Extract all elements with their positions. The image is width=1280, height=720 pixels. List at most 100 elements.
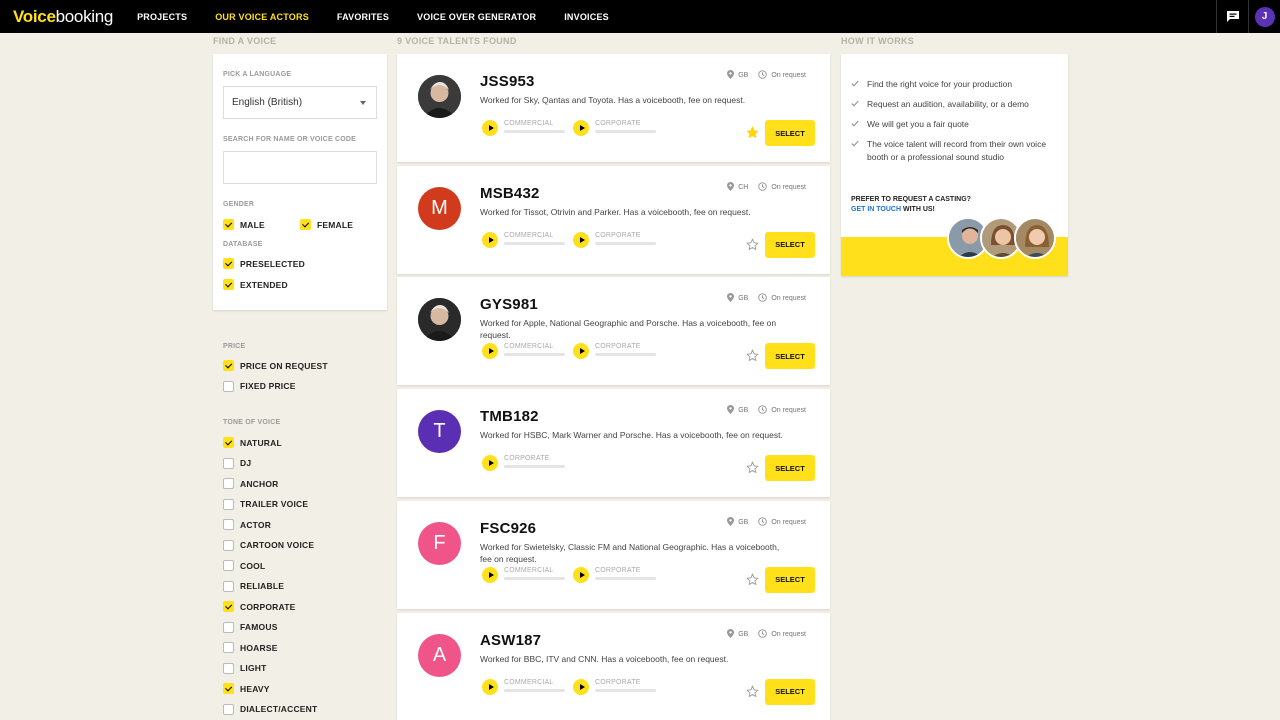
talent-card[interactable]: A ASW187 Worked for BBC, ITV and CNN. Has … (397, 612, 830, 720)
chat-icon (1226, 11, 1239, 22)
talent-avatar[interactable]: M (418, 186, 461, 230)
language-select[interactable]: English (British) (223, 86, 377, 119)
find-voice-title: FIND A VOICE (213, 36, 277, 46)
audio-progress-bar[interactable] (595, 130, 656, 133)
gender-checkbox-female[interactable]: FEMALE (300, 219, 353, 230)
tone-checkbox-heavy[interactable]: HEAVY (223, 683, 270, 694)
talent-code[interactable]: FSC926 (480, 520, 536, 537)
select-button[interactable]: SELECT (765, 120, 815, 146)
play-icon[interactable] (482, 231, 498, 248)
location-pin-icon (727, 293, 735, 304)
tone-checkbox-trailer-voice[interactable]: TRAILER VOICE (223, 498, 308, 510)
tone-checkbox-anchor[interactable]: ANCHOR (223, 478, 279, 489)
tone-checkbox-dj[interactable]: DJ (223, 457, 251, 469)
nav-item-invoices[interactable]: INVOICES (564, 12, 609, 22)
favorite-star-icon[interactable] (746, 126, 759, 144)
talent-avatar[interactable] (418, 298, 461, 342)
talent-meta: GB On request (727, 405, 806, 416)
tone-checkbox-actor[interactable]: ACTOR (223, 519, 271, 530)
audio-sample: COMMERCIAL (482, 678, 565, 695)
play-icon[interactable] (482, 455, 498, 472)
tone-checkbox-reliable[interactable]: RELIABLE (223, 580, 284, 592)
play-icon[interactable] (573, 678, 589, 695)
tone-checkbox-cool[interactable]: COOL (223, 560, 265, 571)
gender-checkbox-male[interactable]: MALE (223, 219, 265, 230)
audio-progress-bar[interactable] (504, 465, 565, 469)
main-nav: PROJECTS OUR VOICE ACTORS FAVORITES VOICE O… (137, 12, 637, 22)
price-checkbox-fixed-price[interactable]: FIXED PRICE (223, 380, 296, 392)
favorite-star-icon[interactable] (746, 238, 759, 256)
audio-sample: CORPORATE (573, 343, 656, 360)
play-icon[interactable] (573, 566, 589, 583)
audio-progress-bar[interactable] (504, 130, 565, 133)
talent-avatar[interactable]: T (418, 410, 461, 454)
favorite-star-icon[interactable] (746, 685, 759, 703)
play-icon[interactable] (573, 343, 589, 360)
talent-avatar[interactable]: F (418, 521, 461, 565)
talent-code[interactable]: MSB432 (480, 185, 540, 202)
audio-progress-bar[interactable] (595, 353, 656, 357)
play-icon[interactable] (482, 566, 498, 583)
tone-checkbox-natural[interactable]: NATURAL (223, 437, 282, 448)
nav-item-voice-over-generator[interactable]: VOICE OVER GENERATOR (417, 12, 536, 22)
talent-card[interactable]: GYS981 Worked for Apple, National Geograp… (397, 277, 830, 386)
play-icon[interactable] (573, 231, 589, 248)
location-pin-icon (727, 70, 735, 81)
play-icon[interactable] (482, 120, 498, 136)
select-button[interactable]: SELECT (765, 231, 815, 258)
talent-code[interactable]: GYS981 (480, 296, 538, 313)
voicebooking-logo[interactable]: Voicebooking (13, 7, 113, 27)
tone-checkbox-famous[interactable]: FAMOUS (223, 621, 278, 633)
checkbox-label: FAMOUS (240, 622, 278, 632)
database-checkbox-preselected[interactable]: PRESELECTED (223, 258, 305, 269)
audio-progress-bar[interactable] (595, 241, 656, 245)
audio-sample: CORPORATE (573, 678, 656, 695)
select-button[interactable]: SELECT (765, 678, 815, 705)
tone-checkbox-dialect-accent[interactable]: DIALECT/ACCENT (223, 703, 317, 715)
play-icon[interactable] (573, 120, 589, 136)
nav-item-favorites[interactable]: FAVORITES (337, 12, 389, 22)
gender-label: GENDER (223, 201, 255, 208)
talent-code[interactable]: TMB182 (480, 408, 539, 425)
favorite-star-icon[interactable] (746, 573, 759, 591)
price-checkbox-price-on-request[interactable]: PRICE ON REQUEST (223, 360, 328, 371)
talent-description: Worked for Apple, National Geographic an… (480, 318, 777, 341)
tone-checkbox-hoarse[interactable]: HOARSE (223, 642, 278, 653)
talent-card[interactable]: F FSC926 Worked for Swietelsky, Classic FM… (397, 500, 830, 609)
nav-item-projects[interactable]: PROJECTS (137, 12, 187, 22)
audio-progress-bar[interactable] (504, 241, 565, 245)
favorite-star-icon[interactable] (746, 461, 759, 479)
search-input[interactable] (223, 151, 377, 184)
tone-checkbox-light[interactable]: LIGHT (223, 662, 267, 674)
audio-progress-bar[interactable] (504, 688, 565, 692)
audio-progress-bar[interactable] (595, 576, 656, 580)
audio-progress-bar[interactable] (595, 688, 656, 692)
audio-progress-bar[interactable] (504, 353, 565, 357)
select-button[interactable]: SELECT (765, 455, 815, 482)
database-checkbox-extended[interactable]: EXTENDED (223, 279, 288, 290)
play-icon[interactable] (482, 678, 498, 695)
tone-checkbox-corporate[interactable]: CORPORATE (223, 601, 295, 612)
country-code: GB (738, 295, 749, 303)
user-menu-button[interactable]: J (1248, 0, 1280, 33)
talent-card[interactable]: M MSB432 Worked for Tissot, Otrivin and Pa… (397, 165, 830, 274)
chat-button[interactable] (1216, 0, 1248, 33)
talent-avatar[interactable]: A (418, 633, 461, 677)
tone-checkbox-cartoon-voice[interactable]: CARTOON VOICE (223, 539, 314, 551)
play-icon[interactable] (482, 343, 498, 360)
location-pin-icon (727, 628, 735, 640)
talent-card[interactable]: T TMB182 Worked for HSBC, Mark Warner and … (397, 389, 830, 498)
talent-code[interactable]: JSS953 (480, 73, 535, 90)
checkbox-box (223, 642, 234, 653)
nav-item-our-voice-actors[interactable]: OUR VOICE ACTORS (215, 12, 309, 22)
select-button[interactable]: SELECT (765, 343, 815, 370)
talent-meta: GB On request (727, 293, 806, 304)
favorite-star-icon[interactable] (746, 349, 759, 367)
tone-label: TONE OF VOICE (223, 419, 281, 426)
get-in-touch-link[interactable]: GET IN TOUCH (851, 206, 901, 213)
talent-avatar[interactable] (418, 75, 461, 118)
select-button[interactable]: SELECT (765, 566, 815, 593)
audio-progress-bar[interactable] (504, 576, 565, 580)
talent-code[interactable]: ASW187 (480, 632, 541, 649)
talent-card[interactable]: JSS953 Worked for Sky, Qantas and Toyota.… (397, 54, 830, 162)
